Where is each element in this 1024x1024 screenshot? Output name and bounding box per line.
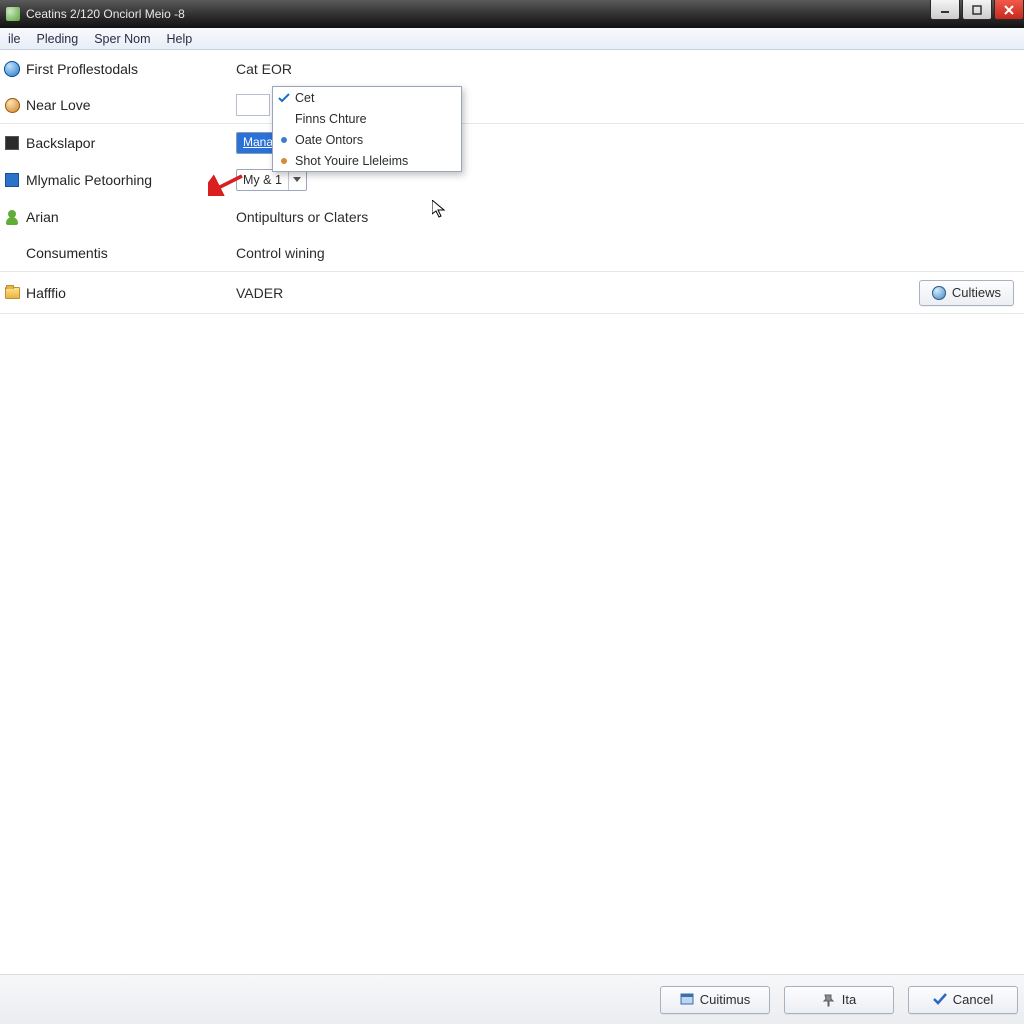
menu-item-spernom[interactable]: Sper Nom (86, 32, 158, 46)
menu-item-pleding[interactable]: Pleding (29, 32, 87, 46)
menu-item-file[interactable]: ile (0, 32, 29, 46)
chevron-down-icon (288, 170, 306, 190)
dropdown-item-label: Oate Ontors (295, 133, 363, 147)
minimize-icon (940, 5, 950, 15)
row-mlymalic: Mlymalic Petoorhing My & 1 (0, 161, 1024, 198)
row-label: Backslapor (26, 135, 236, 151)
globe-icon (932, 286, 946, 300)
folder-icon (4, 285, 20, 301)
button-label: Ita (842, 992, 856, 1007)
row-consumentis: Consumentis Control wining (0, 235, 1024, 272)
dropdown-menu: Cet Finns Chture Oate Ontors Shot Youire… (272, 86, 462, 172)
bullet-icon (273, 157, 295, 165)
row-right: Cultiews (919, 280, 1014, 306)
menu-item-help[interactable]: Help (159, 32, 201, 46)
row-value: VADER (236, 285, 919, 301)
cultiews-button[interactable]: Cultiews (919, 280, 1014, 306)
window-title: Ceatins 2/120 Onciorl Meio -8 (26, 7, 185, 21)
dropdown-item-cet[interactable]: Cet (273, 87, 461, 108)
pin-icon (822, 993, 836, 1007)
row-near-love: Near Love (0, 87, 1024, 124)
row-label: Hafffio (26, 285, 236, 301)
button-label: Cuitimus (700, 992, 751, 1007)
row-label: Arian (26, 209, 236, 225)
button-label: Cancel (953, 992, 993, 1007)
window-icon (680, 993, 694, 1007)
row-label: Near Love (26, 97, 236, 113)
combo-text: My & 1 (237, 173, 288, 187)
minimize-button[interactable] (930, 0, 960, 20)
menu-bar: ile Pleding Sper Nom Help (0, 28, 1024, 50)
bullet-icon (273, 136, 295, 144)
row-value: Cat EOR (236, 61, 1024, 77)
text-input[interactable] (236, 94, 270, 116)
app-icon (6, 7, 20, 21)
button-label: Cultiews (952, 285, 1001, 300)
row-arian: Arian Ontipulturs or Claters (0, 198, 1024, 235)
cuitimus-button[interactable]: Cuitimus (660, 986, 770, 1014)
row-value: Control wining (236, 245, 1024, 261)
circle-blue-icon (4, 61, 20, 77)
maximize-button[interactable] (962, 0, 992, 20)
window-buttons (928, 0, 1024, 22)
dropdown-item-finns[interactable]: Finns Chture (273, 108, 461, 129)
orb-orange-icon (4, 97, 20, 113)
row-backslapor: Backslapor Mana (0, 124, 1024, 161)
close-icon (1004, 5, 1014, 15)
row-first-profiestodals: First Proflestodals Cat EOR (0, 50, 1024, 87)
check-icon (933, 993, 947, 1007)
row-hafffio: Hafffio VADER Cultiews (0, 272, 1024, 314)
row-value: Ontipulturs or Claters (236, 209, 1024, 225)
row-label: Mlymalic Petoorhing (26, 172, 236, 188)
check-icon (273, 93, 295, 103)
dropdown-item-label: Finns Chture (295, 112, 367, 126)
blank-icon (4, 245, 20, 261)
cancel-button[interactable]: Cancel (908, 986, 1018, 1014)
dropdown-item-label: Cet (295, 91, 314, 105)
content-area: First Proflestodals Cat EOR Near Love Ba… (0, 50, 1024, 314)
footer-bar: Cuitimus Ita Cancel (0, 974, 1024, 1024)
row-label: First Proflestodals (26, 61, 236, 77)
maximize-icon (972, 5, 982, 15)
row-label: Consumentis (26, 245, 236, 261)
dropdown-item-label: Shot Youire Lleleims (295, 154, 408, 168)
close-button[interactable] (994, 0, 1024, 20)
dropdown-item-oate[interactable]: Oate Ontors (273, 129, 461, 150)
person-icon (4, 209, 20, 225)
title-bar: Ceatins 2/120 Onciorl Meio -8 (0, 0, 1024, 28)
ita-button[interactable]: Ita (784, 986, 894, 1014)
dropdown-item-shot[interactable]: Shot Youire Lleleims (273, 150, 461, 171)
square-blue-icon (4, 172, 20, 188)
square-dark-icon (4, 135, 20, 151)
